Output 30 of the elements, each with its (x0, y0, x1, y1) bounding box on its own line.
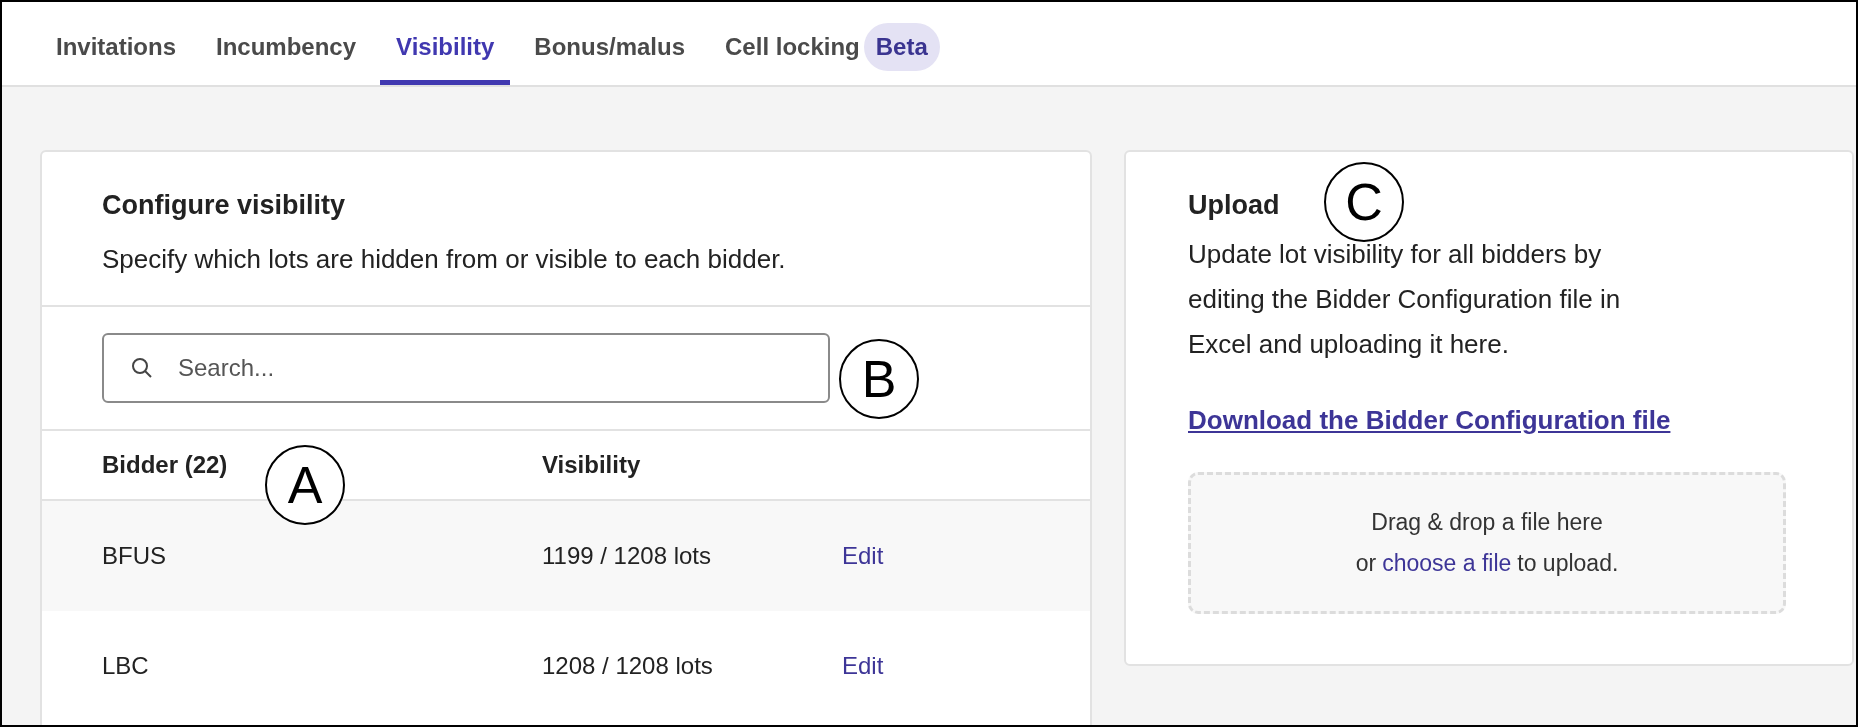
tab[interactable]: Incumbency (200, 13, 373, 85)
card-description: Specify which lots are hidden from or visible to each bidder. (102, 242, 786, 276)
card-title: Configure visibility (102, 189, 346, 222)
edit-link[interactable]: Edit (842, 537, 884, 574)
dropzone-text: to upload. (1517, 548, 1619, 578)
bidder-name: BFUS (102, 540, 167, 571)
card-title: Upload (1188, 189, 1280, 222)
dropzone-text: Drag & drop a file here (1371, 508, 1603, 537)
search-field[interactable]: Search... (102, 332, 830, 403)
visibility-count: 1199 / 1208 lots (542, 540, 713, 571)
download-link[interactable]: Download the Bidder Configuration file (1188, 400, 1671, 440)
tab[interactable]: Cell locking Beta (709, 13, 956, 85)
dropzone-text: or (1355, 548, 1377, 578)
visibility-count: 1208 / 1208 lots (542, 650, 714, 681)
dropzone[interactable]: Drag & drop a file here or choose a file to upload. (1188, 471, 1786, 614)
column-header: Bidder (22) (102, 450, 228, 478)
bidder-name: LBC (102, 650, 150, 681)
beta-badge: Beta (863, 22, 940, 71)
tab[interactable]: Visibility (380, 13, 511, 85)
column-header: Visibility (542, 449, 641, 480)
tab[interactable]: Invitations (40, 13, 192, 85)
tab-label: Visibility (396, 31, 495, 62)
tab-label: Bonus/malus (534, 31, 686, 62)
tab-label: Cell locking (725, 31, 860, 62)
search-icon (130, 355, 154, 380)
tab-label: Invitations (56, 31, 176, 62)
choose-file-link[interactable]: choose a file (1382, 545, 1512, 580)
tab-label: Incumbency (216, 31, 357, 62)
tab[interactable]: Bonus/malus (518, 13, 702, 85)
edit-link[interactable]: Edit (842, 647, 884, 684)
